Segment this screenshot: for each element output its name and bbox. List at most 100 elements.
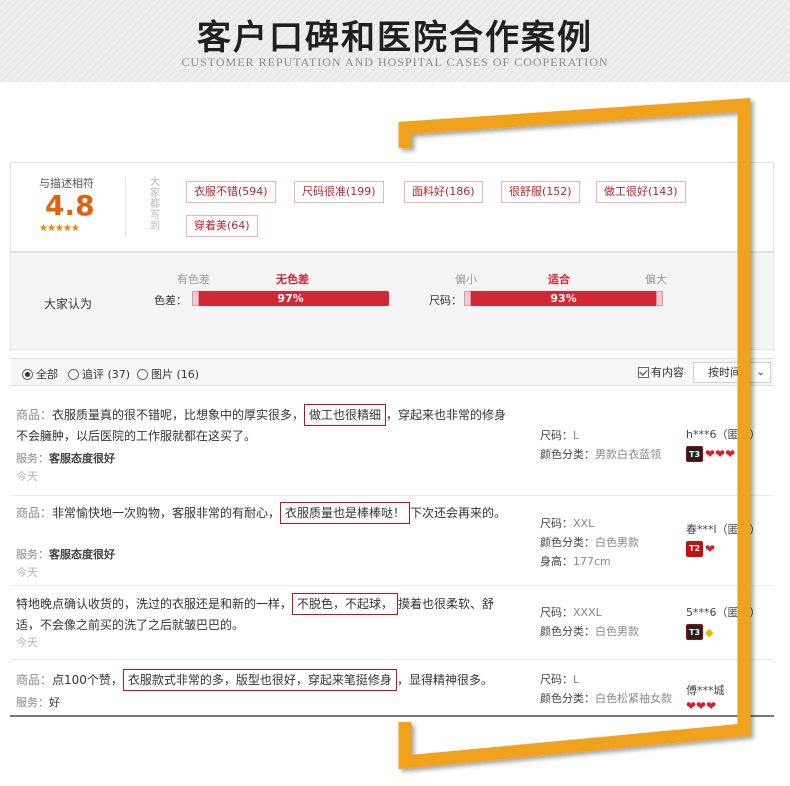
- divider: [10, 715, 774, 717]
- reviewer-badges: ❤❤❤: [686, 700, 716, 712]
- radio-checked-icon: [22, 368, 33, 380]
- review-text-part: 非常愉快地一次购物，客服非常的有耐心，: [52, 506, 281, 520]
- review-tag[interactable]: 面料好(186): [404, 181, 483, 203]
- size-scale-low: 偏小: [455, 273, 477, 286]
- filter-images-radio[interactable]: 图片 (16): [137, 366, 199, 382]
- review-date: 今天: [16, 636, 38, 649]
- user-level-badge: T3: [686, 446, 703, 462]
- radio-icon: [137, 368, 148, 380]
- opinion-label: 大家认为: [44, 297, 93, 311]
- heart-icon: ❤: [705, 542, 716, 556]
- review-tag[interactable]: 穿着美(64): [186, 215, 258, 237]
- service-text: 好: [49, 696, 60, 709]
- color-value: 白色松紧袖女款: [595, 692, 672, 705]
- user-level-badge: T2: [686, 541, 703, 557]
- checkbox-checked-icon: [638, 366, 649, 378]
- size-value: L: [573, 673, 580, 686]
- review-prefix: 商品：: [16, 408, 53, 422]
- page-subtitle: CUSTOMER REPUTATION AND HOSPITAL CASES O…: [181, 55, 609, 69]
- color-scale-low: 有色差: [177, 273, 210, 286]
- review-text: 商品：非常愉快地一次购物，客服非常的有耐心， 衣服质量也是棒棒哒！ 下次还会再来的。: [16, 502, 516, 524]
- color-percent: 97%: [277, 292, 304, 305]
- review-item: 商品：点100个赞， 衣服款式非常的多，版型也很好，穿起来笔挺修身 ，显得精神很多。…: [10, 660, 774, 718]
- review-text: 特地晚点确认收货的，洗过的衣服还是和新的一样， 不脱色，不起球， 摸着也很柔软、舒适…: [16, 593, 516, 636]
- review-filter-bar: 全部 追评 (37) 图片 (16) 有内容 按时间 ⌄: [10, 358, 774, 386]
- size-percent: 93%: [550, 292, 577, 305]
- size-scale-high: 偏大: [645, 273, 667, 286]
- review-spec: 尺码：XXXL 颜色分类：白色男款: [540, 603, 680, 641]
- size-label: 尺码：: [540, 429, 573, 442]
- review-item: 特地晚点确认收货的，洗过的衣服还是和新的一样， 不脱色，不起球， 摸着也很柔软、舒适…: [10, 586, 774, 660]
- review-tag[interactable]: 很舒服(152): [501, 181, 580, 203]
- review-spec: 尺码：XXL 颜色分类：白色男款 身高：177cm: [540, 514, 680, 571]
- size-scale-mid: 适合: [548, 273, 570, 286]
- review-highlight: 不脱色，不起球，: [292, 593, 399, 615]
- tags-heading: 大家都写到: [150, 177, 160, 232]
- page-title: 客户口碑和医院合作案例: [197, 18, 593, 58]
- filter-label: 追评 (37): [82, 368, 131, 381]
- size-bar-label: 尺码：: [429, 294, 462, 307]
- size-value: XXXL: [573, 606, 602, 619]
- diamond-icon: ◆: [705, 625, 714, 639]
- service-text: 客服态度很好: [49, 548, 115, 561]
- color-value: 白色男款: [595, 625, 639, 638]
- review-highlight: 做工也很精细: [304, 404, 387, 426]
- opinion-summary: 大家认为 有色差 无色差 色差： 97% 偏小 适合 偏大 尺码： 93%: [10, 252, 774, 350]
- review-spec: 尺码：L 颜色分类：男款白衣蓝领: [540, 426, 680, 464]
- review-panel: 与描述相符 4.8 ★★★★★ 大家都写到 衣服不错(594) 尺码很准(199…: [10, 162, 774, 718]
- heart-icon: ❤❤❤: [686, 699, 717, 713]
- reviewer-name[interactable]: 春***l（匿名）: [686, 521, 774, 537]
- reviewer-name[interactable]: h***6（匿名）: [686, 426, 774, 442]
- review-item: 商品：非常愉快地一次购物，客服非常的有耐心， 衣服质量也是棒棒哒！ 下次还会再来的。…: [10, 496, 774, 586]
- sort-select[interactable]: 按时间 ⌄: [693, 362, 771, 383]
- size-label: 尺码：: [540, 606, 573, 619]
- has-content-checkbox[interactable]: 有内容: [638, 364, 684, 380]
- review-date: 今天: [16, 470, 38, 483]
- divider: [125, 177, 126, 237]
- chevron-down-icon: ⌄: [756, 367, 765, 378]
- reviewer-badges: T3 ❤❤❤: [686, 446, 735, 462]
- review-text: 商品：衣服质量真的很不错呢，比想象中的厚实很多， 做工也很精细 ，穿起来也非常的修身…: [16, 404, 516, 447]
- review-tag[interactable]: 做工很好(143): [596, 181, 686, 203]
- height-label: 身高：: [540, 555, 573, 568]
- review-prefix: 商品：: [16, 506, 53, 520]
- sort-label: 按时间: [708, 366, 741, 379]
- height-value: 177cm: [573, 555, 611, 568]
- user-level-badge: T3: [686, 624, 703, 640]
- service-label: 服务：: [16, 452, 49, 465]
- service-text: 客服态度很好: [49, 452, 115, 465]
- service-comment: 服务：好: [16, 694, 60, 710]
- size-label: 尺码：: [540, 517, 573, 530]
- color-bar-label: 色差：: [154, 294, 187, 307]
- size-fit-bar: 93%: [464, 291, 663, 306]
- rating-score: 4.8: [45, 189, 95, 222]
- service-label: 服务：: [16, 548, 49, 561]
- page-header: 客户口碑和医院合作案例 CUSTOMER REPUTATION AND HOSP…: [0, 0, 790, 82]
- review-text: 商品：点100个赞， 衣服款式非常的多，版型也很好，穿起来笔挺修身 ，显得精神很多。: [16, 669, 536, 691]
- reviewer-name[interactable]: 傅***城: [686, 682, 774, 698]
- review-text-part: 衣服质量真的很不错呢，比想象中的厚实很多，: [52, 408, 305, 422]
- review-tag[interactable]: 尺码很准(199): [294, 181, 384, 203]
- review-date: 今天: [16, 566, 38, 579]
- review-tag[interactable]: 衣服不错(594): [186, 181, 276, 203]
- size-value: XXL: [573, 517, 595, 530]
- reviewer-name[interactable]: 5***6（匿名）: [686, 604, 774, 620]
- color-label: 颜色分类：: [540, 448, 595, 461]
- filter-all-radio[interactable]: 全部: [22, 366, 58, 382]
- service-comment: 服务：客服态度很好: [16, 546, 115, 562]
- review-spec: 尺码：L 颜色分类：白色松紧袖女款: [540, 670, 680, 708]
- review-text-part: 点100个赞，: [52, 673, 123, 687]
- review-prefix: 商品：: [16, 673, 53, 687]
- service-comment: 服务：客服态度很好: [16, 450, 115, 466]
- filter-followup-radio[interactable]: 追评 (37): [68, 366, 130, 382]
- reviewer-badges: T3 ◆: [686, 624, 713, 640]
- review-text-part: 下次还会再来的。: [410, 506, 507, 520]
- color-difference-bar: 97%: [192, 291, 389, 306]
- review-text-part: ，显得精神很多。: [396, 673, 493, 687]
- filter-label: 全部: [36, 368, 58, 381]
- color-label: 颜色分类：: [540, 536, 595, 549]
- size-label: 尺码：: [540, 673, 573, 686]
- color-value: 白色男款: [595, 536, 639, 549]
- radio-icon: [68, 368, 79, 380]
- color-value: 男款白衣蓝领: [595, 448, 661, 461]
